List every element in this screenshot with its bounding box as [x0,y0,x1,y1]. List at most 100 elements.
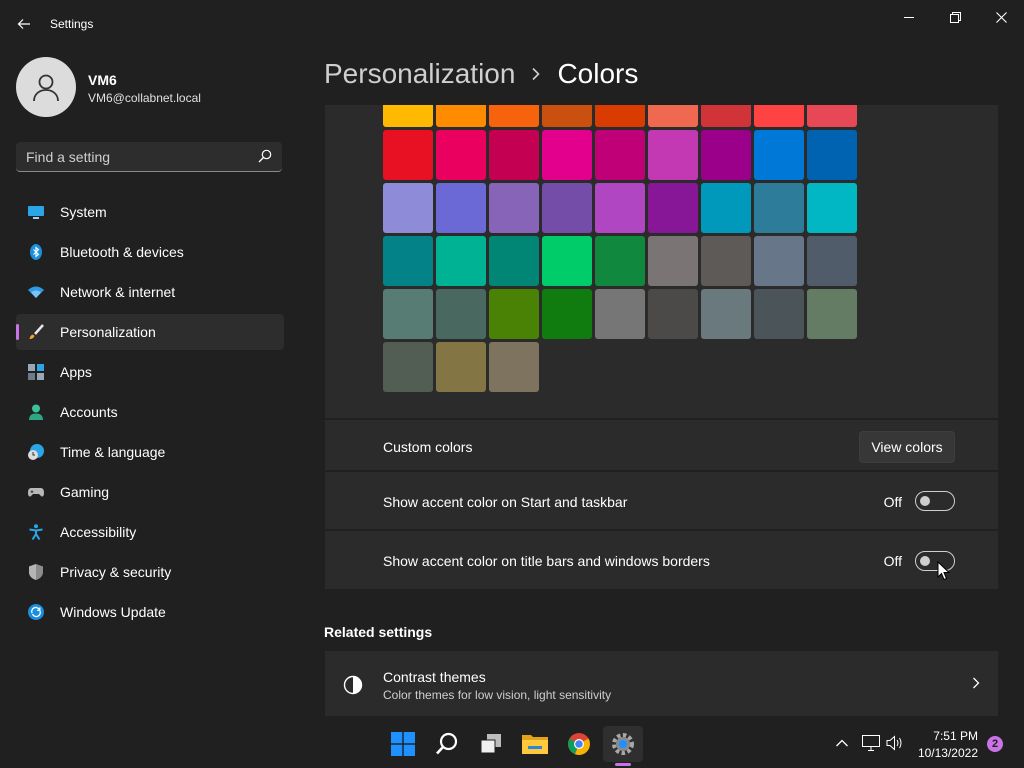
breadcrumb-parent[interactable]: Personalization [324,58,515,90]
chevron-up-icon[interactable] [835,734,849,752]
color-swatch[interactable] [542,183,592,233]
search-input[interactable] [26,147,246,167]
sidebar-nav: System Bluetooth & devices Network & int… [16,194,284,634]
close-icon [995,11,1007,23]
color-swatch[interactable] [489,236,539,286]
custom-colors-label: Custom colors [383,439,473,455]
color-swatch[interactable] [807,183,857,233]
color-swatch[interactable] [436,130,486,180]
avatar[interactable] [16,57,76,117]
color-swatch[interactable] [489,183,539,233]
color-swatch[interactable] [436,289,486,339]
color-swatch[interactable] [701,236,751,286]
notification-badge[interactable]: 2 [987,736,1003,752]
sidebar-item-bluetooth[interactable]: Bluetooth & devices [16,234,284,270]
accent-start-taskbar-toggle[interactable] [915,491,955,511]
color-swatch[interactable] [701,130,751,180]
color-swatch[interactable] [383,105,433,127]
contrast-themes-title: Contrast themes [383,669,486,685]
chrome-button[interactable] [559,726,599,762]
color-swatch[interactable] [383,236,433,286]
color-swatch[interactable] [648,183,698,233]
person-icon [33,74,59,102]
color-swatch[interactable] [489,105,539,127]
person-icon [29,404,43,420]
sidebar-item-label: Time & language [60,444,166,460]
taskbar-date[interactable]: 10/13/2022 [908,746,978,760]
close-button[interactable] [978,6,1024,28]
color-swatch[interactable] [383,289,433,339]
color-swatch[interactable] [542,130,592,180]
app-title: Settings [50,17,94,31]
color-swatch[interactable] [701,105,751,127]
page-title: Colors [557,58,639,89]
sidebar-item-apps[interactable]: Apps [16,354,284,390]
color-swatch[interactable] [648,105,698,127]
sidebar-item-windows-update[interactable]: Windows Update [16,594,284,630]
color-swatch[interactable] [595,236,645,286]
color-swatch[interactable] [701,289,751,339]
sidebar-item-gaming[interactable]: Gaming [16,474,284,510]
color-swatch[interactable] [807,105,857,127]
chevron-right-icon [531,67,541,81]
color-swatch[interactable] [489,130,539,180]
file-explorer-button[interactable] [515,726,555,762]
taskbar-time[interactable]: 7:51 PM [908,729,978,743]
color-swatch[interactable] [595,183,645,233]
color-swatch[interactable] [436,183,486,233]
contrast-icon [343,675,363,695]
user-name: VM6 [88,72,117,88]
color-swatch[interactable] [648,130,698,180]
network-icon[interactable] [862,734,880,752]
sidebar-item-network[interactable]: Network & internet [16,274,284,310]
color-swatch[interactable] [807,289,857,339]
back-button[interactable] [10,10,38,38]
sidebar-item-privacy[interactable]: Privacy & security [16,554,284,590]
color-swatch[interactable] [648,236,698,286]
minimize-button[interactable] [886,6,932,28]
settings-icon [612,733,634,755]
color-swatch[interactable] [595,105,645,127]
color-swatch[interactable] [383,130,433,180]
volume-icon[interactable] [886,734,904,752]
color-swatch[interactable] [648,289,698,339]
color-swatch[interactable] [436,342,486,392]
color-swatch[interactable] [436,105,486,127]
color-swatch[interactable] [436,236,486,286]
color-swatch[interactable] [383,342,433,392]
color-swatch[interactable] [754,183,804,233]
color-swatch[interactable] [754,105,804,127]
search-box[interactable] [16,142,282,172]
color-swatch[interactable] [754,130,804,180]
restore-button[interactable] [932,6,978,28]
color-swatch[interactable] [754,236,804,286]
color-swatch[interactable] [489,342,539,392]
related-settings-heading: Related settings [324,624,433,640]
taskbar-search-button[interactable] [427,726,467,762]
color-swatch[interactable] [383,183,433,233]
sidebar-item-system[interactable]: System [16,194,284,230]
view-colors-button[interactable]: View colors [859,431,955,463]
color-swatch[interactable] [807,236,857,286]
color-swatch[interactable] [489,289,539,339]
color-swatch[interactable] [542,289,592,339]
color-swatch[interactable] [542,236,592,286]
task-view-icon [480,734,501,754]
sidebar-item-personalization[interactable]: Personalization [16,314,284,350]
task-view-button[interactable] [471,726,511,762]
color-swatch[interactable] [595,130,645,180]
color-swatch[interactable] [754,289,804,339]
settings-taskbar-button[interactable] [603,726,643,762]
color-swatch[interactable] [701,183,751,233]
sidebar-item-time-language[interactable]: Time & language [16,434,284,470]
search-icon[interactable] [258,149,272,163]
color-swatch[interactable] [542,105,592,127]
color-swatch[interactable] [807,130,857,180]
sidebar-item-label: Gaming [60,484,110,500]
color-swatch[interactable] [595,289,645,339]
contrast-themes-row[interactable]: Contrast themes Color themes for low vis… [325,651,998,716]
sidebar-item-accounts[interactable]: Accounts [16,394,284,430]
sidebar-item-accessibility[interactable]: Accessibility [16,514,284,550]
accent-title-bars-row: Show accent color on title bars and wind… [325,531,998,589]
start-button[interactable] [383,726,423,762]
